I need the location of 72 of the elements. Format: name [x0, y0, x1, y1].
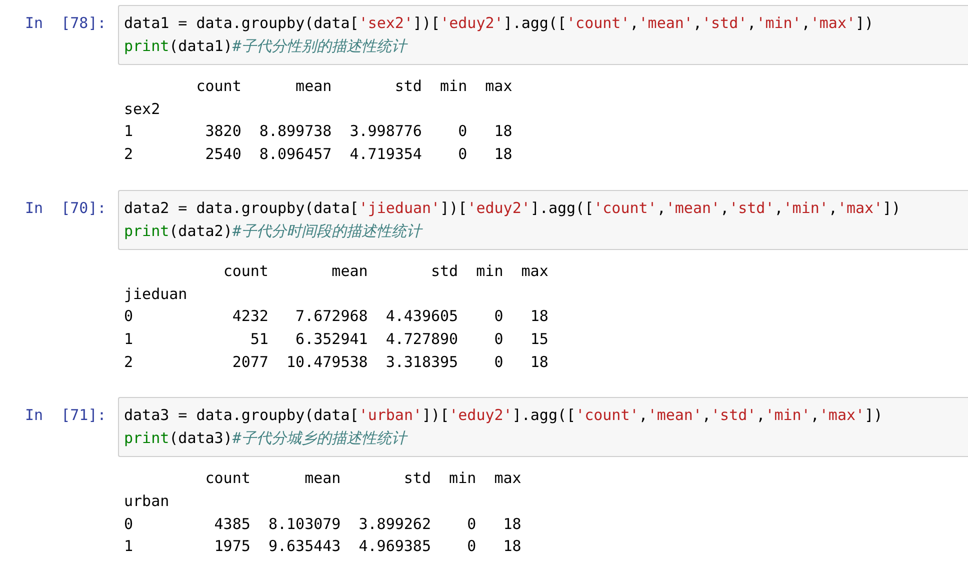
table-cell-text: 0 [466, 536, 476, 558]
column-header: max [484, 76, 512, 97]
table-cell-text: 4.439605 [384, 306, 458, 328]
table-cell-text: 3.998776 [348, 121, 422, 142]
code-line: print(data3)#子代分城乡的描述性统计 [124, 428, 409, 450]
table-cell-text: 8.899738 [258, 121, 332, 142]
table-cell-text: 3.318395 [384, 352, 458, 373]
column-header: std [394, 76, 422, 97]
code-line: print(data1)#子代分性别的描述性统计 [124, 36, 409, 57]
input-prompt: In [70]: [24, 198, 108, 219]
table-cell-text: 7.672968 [294, 306, 368, 328]
column-header: min [439, 76, 468, 97]
row-index: 1 [124, 121, 134, 142]
column-header: mean [304, 468, 341, 490]
table-cell-text: 10.479538 [286, 352, 368, 373]
table-cell-text: 18 [493, 121, 512, 142]
column-header: min [448, 468, 476, 490]
row-index: 1 [124, 328, 134, 350]
table-cell-text: 0 [466, 514, 476, 535]
column-header: max [493, 468, 522, 490]
code-input-area[interactable]: data2 = data.groupby(data['jieduan'])['eduy2'].agg(['count','mean','std','min','max']) print(data2)#子代分时间段的描述性统计 [118, 190, 968, 250]
column-header: count [204, 468, 250, 490]
table-cell-text: 0 [493, 328, 504, 350]
table-cell-text: 2077 [231, 352, 268, 373]
column-header: max [520, 260, 548, 282]
table-cell-text: 51 [249, 328, 268, 350]
code-line: data3 = data.groupby(data['urban'])['eduy2'].agg(['count','mean','std','min','max']) [124, 405, 884, 426]
table-cell-text: 4232 [231, 306, 268, 328]
table-cell-text: 8.103079 [267, 514, 341, 535]
table-cell-text: 1975 [213, 536, 250, 558]
table-cell-text: 3.899262 [358, 514, 431, 535]
table-cell-text: 0 [457, 144, 468, 166]
row-index: 0 [124, 306, 134, 328]
column-header: std [430, 260, 458, 282]
index-name: jieduan [124, 284, 188, 305]
table-cell-text: 18 [529, 306, 548, 328]
table-cell-text: 0 [457, 121, 468, 142]
row-index: 0 [124, 514, 134, 535]
column-header: std [402, 468, 431, 490]
table-cell-text: 18 [529, 352, 548, 373]
table-cell-text: 15 [529, 328, 548, 350]
table-cell-text: 4.719354 [348, 144, 422, 166]
table-cell-text: 4385 [213, 514, 250, 535]
row-index: 1 [124, 536, 134, 558]
code-line: data2 = data.groupby(data['jieduan'])['eduy2'].agg(['count','mean','std','min','max']) [124, 198, 902, 219]
code-line: data1 = data.groupby(data['sex2'])['eduy2'].agg(['count','mean','std','min','max']) [124, 13, 875, 34]
table-cell-text: 18 [502, 536, 522, 558]
row-index: 2 [124, 144, 134, 166]
table-cell-text: 9.635443 [267, 536, 341, 558]
row-index: 2 [124, 352, 134, 373]
index-name: urban [124, 491, 170, 512]
column-header: mean [330, 260, 368, 282]
table-cell-text: 0 [493, 306, 504, 328]
code-input-area[interactable]: data1 = data.groupby(data['sex2'])['eduy2'].agg(['count','mean','std','min','max']) print(data1)#子代分性别的描述性统计 [118, 5, 968, 65]
code-input-area[interactable]: data3 = data.groupby(data['urban'])['eduy2'].agg(['count','mean','std','min','max']) print(data3)#子代分城乡的描述性统计 [118, 397, 968, 458]
table-cell-text: 4.727890 [384, 328, 458, 350]
table-cell-text: 18 [502, 514, 522, 535]
index-name: sex2 [124, 98, 162, 120]
table-cell-text: 6.352941 [294, 328, 368, 350]
table-cell-text: 4.969385 [358, 536, 431, 558]
column-header: min [475, 260, 504, 282]
input-prompt: In [78]: [24, 13, 108, 34]
column-header: count [195, 76, 242, 97]
table-cell-text: 0 [493, 352, 504, 373]
code-line: print(data2)#子代分时间段的描述性统计 [124, 220, 424, 242]
column-header: count [222, 260, 268, 282]
table-cell-text: 18 [493, 144, 512, 166]
input-prompt: In [71]: [24, 405, 108, 426]
table-cell-text: 3820 [204, 121, 242, 142]
column-header: mean [294, 76, 332, 97]
table-cell-text: 2540 [204, 144, 242, 166]
table-cell-text: 8.096457 [258, 144, 332, 166]
